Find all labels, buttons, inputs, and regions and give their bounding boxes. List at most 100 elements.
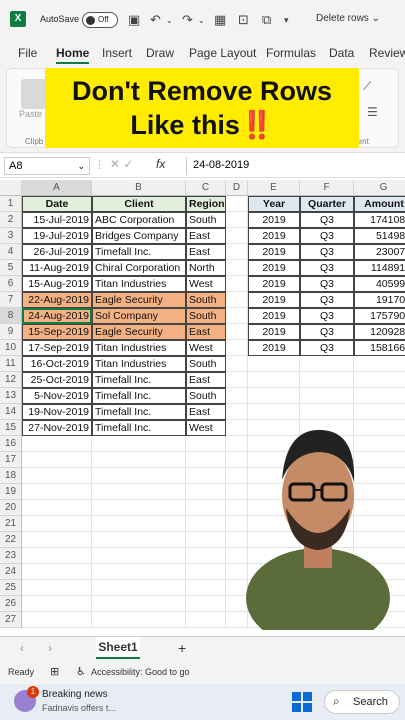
- cell[interactable]: [92, 500, 186, 516]
- cell[interactable]: [354, 356, 405, 372]
- row-header-21[interactable]: 21: [0, 516, 22, 532]
- cell[interactable]: [226, 260, 248, 276]
- redo-icon[interactable]: ↷: [182, 12, 193, 28]
- column-header-b[interactable]: B: [92, 180, 186, 196]
- date-cell[interactable]: 26-Jul-2019: [22, 244, 92, 260]
- row-header-4[interactable]: 4: [0, 244, 22, 260]
- quarter-cell[interactable]: Q3: [300, 244, 354, 260]
- cell[interactable]: [226, 308, 248, 324]
- cell[interactable]: [22, 548, 92, 564]
- cell[interactable]: [22, 436, 92, 452]
- date-cell[interactable]: 19-Jul-2019: [22, 228, 92, 244]
- row-header-16[interactable]: 16: [0, 436, 22, 452]
- cell[interactable]: [186, 532, 226, 548]
- quarter-cell[interactable]: Q3: [300, 212, 354, 228]
- cell[interactable]: [186, 500, 226, 516]
- year-cell[interactable]: 2019: [248, 308, 300, 324]
- tab-sheet1[interactable]: Sheet1: [96, 637, 140, 659]
- cell[interactable]: [248, 388, 300, 404]
- amount-cell[interactable]: 191708: [354, 292, 405, 308]
- amount-cell[interactable]: 514989: [354, 228, 405, 244]
- presentation-icon[interactable]: ⊡: [238, 12, 249, 28]
- row-header-12[interactable]: 12: [0, 372, 22, 388]
- client-cell[interactable]: Bridges Company: [92, 228, 186, 244]
- name-box[interactable]: A8 ⌄: [4, 157, 90, 175]
- cell[interactable]: [226, 580, 248, 596]
- cell[interactable]: [22, 580, 92, 596]
- table-header-quarter[interactable]: Quarter: [300, 196, 354, 212]
- row-header-27[interactable]: 27: [0, 612, 22, 628]
- cell[interactable]: [226, 404, 248, 420]
- cell[interactable]: [248, 372, 300, 388]
- cell[interactable]: [22, 532, 92, 548]
- region-cell[interactable]: South: [186, 308, 226, 324]
- row-header-19[interactable]: 19: [0, 484, 22, 500]
- amount-cell[interactable]: 1741089: [354, 212, 405, 228]
- client-cell[interactable]: Chiral Corporation: [92, 260, 186, 276]
- cell[interactable]: [92, 564, 186, 580]
- column-header-a[interactable]: A: [22, 180, 92, 196]
- cell[interactable]: [92, 516, 186, 532]
- row-header-8[interactable]: 8: [0, 308, 22, 324]
- quarter-cell[interactable]: Q3: [300, 260, 354, 276]
- region-cell[interactable]: East: [186, 372, 226, 388]
- amount-cell[interactable]: 1757908: [354, 308, 405, 324]
- cell[interactable]: [92, 452, 186, 468]
- date-cell[interactable]: 22-Aug-2019: [22, 292, 92, 308]
- cell[interactable]: [22, 452, 92, 468]
- table-header-region[interactable]: Region: [186, 196, 226, 212]
- insert-function-icon[interactable]: fx: [156, 157, 165, 171]
- cell[interactable]: [186, 452, 226, 468]
- add-sheet-button[interactable]: +: [178, 640, 186, 656]
- more-options-icon[interactable]: ⋮: [94, 158, 105, 171]
- table-header-amount[interactable]: Amount: [354, 196, 405, 212]
- cell[interactable]: [226, 324, 248, 340]
- row-header-5[interactable]: 5: [0, 260, 22, 276]
- cell[interactable]: [226, 372, 248, 388]
- client-cell[interactable]: Timefall Inc.: [92, 420, 186, 436]
- cell[interactable]: [226, 340, 248, 356]
- column-header-g[interactable]: G: [354, 180, 405, 196]
- row-header-7[interactable]: 7: [0, 292, 22, 308]
- date-cell[interactable]: 25-Oct-2019: [22, 372, 92, 388]
- cell[interactable]: [92, 436, 186, 452]
- macro-record-icon[interactable]: ⊞: [50, 665, 59, 678]
- tab-insert[interactable]: Insert: [102, 46, 132, 60]
- cell[interactable]: [226, 276, 248, 292]
- quarter-cell[interactable]: Q3: [300, 324, 354, 340]
- tab-home[interactable]: Home: [56, 46, 90, 64]
- cell[interactable]: [186, 468, 226, 484]
- cell[interactable]: [92, 532, 186, 548]
- cell[interactable]: [226, 468, 248, 484]
- cell[interactable]: [226, 564, 248, 580]
- cell[interactable]: [354, 388, 405, 404]
- client-cell[interactable]: Titan Industries: [92, 276, 186, 292]
- customize-toolbar-icon[interactable]: ▾: [284, 15, 289, 26]
- row-header-1[interactable]: 1: [0, 196, 22, 212]
- cell[interactable]: [226, 484, 248, 500]
- quarter-cell[interactable]: Q3: [300, 228, 354, 244]
- region-cell[interactable]: North: [186, 260, 226, 276]
- orientation-icon[interactable]: ⟋: [363, 79, 371, 94]
- column-header-e[interactable]: E: [248, 180, 300, 196]
- amount-cell[interactable]: 230071: [354, 244, 405, 260]
- cell[interactable]: [226, 500, 248, 516]
- prev-sheet-icon[interactable]: ‹: [20, 641, 24, 655]
- row-header-14[interactable]: 14: [0, 404, 22, 420]
- cell[interactable]: [300, 372, 354, 388]
- cell[interactable]: [92, 484, 186, 500]
- date-cell[interactable]: 17-Sep-2019: [22, 340, 92, 356]
- cell[interactable]: [186, 484, 226, 500]
- year-cell[interactable]: 2019: [248, 292, 300, 308]
- cell[interactable]: [22, 516, 92, 532]
- amount-cell[interactable]: 405991: [354, 276, 405, 292]
- column-header-f[interactable]: F: [300, 180, 354, 196]
- cell[interactable]: [186, 548, 226, 564]
- cell[interactable]: [300, 356, 354, 372]
- tab-file[interactable]: File: [18, 46, 37, 60]
- cell[interactable]: [226, 388, 248, 404]
- row-header-9[interactable]: 9: [0, 324, 22, 340]
- region-cell[interactable]: East: [186, 324, 226, 340]
- client-cell[interactable]: Titan Industries: [92, 356, 186, 372]
- client-cell[interactable]: ABC Corporation: [92, 212, 186, 228]
